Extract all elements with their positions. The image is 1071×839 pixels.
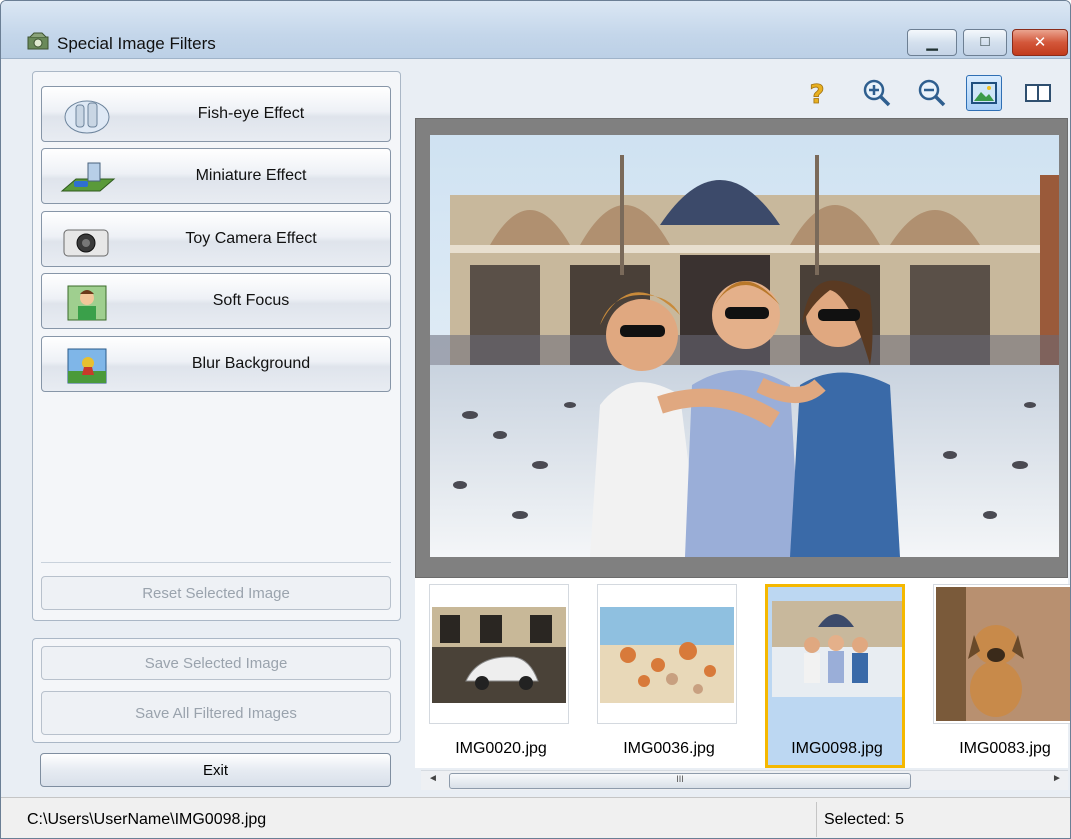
image-preview-area[interactable] <box>415 118 1068 578</box>
thumbnail-filename: IMG0020.jpg <box>455 740 547 757</box>
zoom-out-button[interactable] <box>914 75 950 111</box>
compare-view-button[interactable] <box>1020 75 1056 111</box>
effects-panel: Fish-eye Effect Miniature Effect Toy Cam… <box>32 71 401 621</box>
thumbnail-image <box>772 601 902 697</box>
thumbnail-item[interactable]: IMG0083.jpg <box>919 582 1070 766</box>
thumbnail-image <box>936 587 1070 721</box>
status-bar: C:\Users\UserName\IMG0098.jpg Selected: … <box>1 797 1070 838</box>
save-panel: Save Selected Image Save All Filtered Im… <box>32 638 401 743</box>
reset-label: Reset Selected Image <box>142 585 290 602</box>
thumbnail-filename: IMG0083.jpg <box>959 740 1051 757</box>
blur-background-label: Blur Background <box>191 355 311 372</box>
save-selected-image-button[interactable]: Save Selected Image <box>41 646 391 680</box>
save-all-filtered-images-button[interactable]: Save All Filtered Images <box>41 691 391 735</box>
blur-background-button[interactable]: Blur Background <box>41 336 391 392</box>
soft-focus-label: Soft Focus <box>212 292 290 309</box>
save-selected-label: Save Selected Image <box>144 655 288 672</box>
svg-text:?: ? <box>809 80 824 110</box>
thumbnail-filename: IMG0036.jpg <box>623 740 715 757</box>
exit-label: Exit <box>202 762 228 779</box>
thumbnail-item[interactable]: IMG0020.jpg <box>415 582 569 766</box>
preview-photo <box>430 135 1059 557</box>
help-button[interactable]: ? <box>799 75 835 111</box>
file-path-status: C:\Users\UserName\IMG0098.jpg <box>27 811 267 828</box>
toy-camera-icon <box>63 229 109 257</box>
minimize-button[interactable]: ▁ <box>907 29 957 56</box>
soft-focus-icon <box>67 285 107 321</box>
thumbnail-frame <box>597 584 737 724</box>
soft-focus-button[interactable]: Soft Focus <box>41 273 391 329</box>
zoom-out-icon <box>918 79 946 107</box>
blur-background-icon <box>67 348 107 384</box>
thumbnail-scrollbar[interactable]: ◄ III ► <box>421 770 1068 790</box>
whole-image-view-icon <box>971 82 997 104</box>
thumbnail-filename: IMG0098.jpg <box>791 740 883 757</box>
exit-button[interactable]: Exit <box>40 753 391 787</box>
scrollbar-thumb[interactable]: III <box>449 773 911 789</box>
status-divider <box>816 802 817 837</box>
view-toolbar: ? <box>415 67 1068 115</box>
miniature-icon <box>60 162 116 192</box>
close-button[interactable]: ✕ <box>1012 29 1068 56</box>
window-title: Special Image Filters <box>57 34 216 53</box>
selected-count-status: Selected: 5 <box>824 811 905 828</box>
maximize-icon: □ <box>980 33 990 50</box>
panel-divider <box>41 562 391 563</box>
reset-selected-image-button[interactable]: Reset Selected Image <box>41 576 391 610</box>
app-window: Special Image Filters ▁ □ ✕ Fish-eye Eff… <box>0 0 1071 839</box>
close-icon: ✕ <box>1033 34 1047 51</box>
maximize-button[interactable]: □ <box>963 29 1007 56</box>
minimize-icon: ▁ <box>926 34 938 51</box>
zoom-in-icon <box>863 79 891 107</box>
fish-eye-effect-button[interactable]: Fish-eye Effect <box>41 86 391 142</box>
whole-image-view-button[interactable] <box>966 75 1002 111</box>
thumbnail-image <box>432 607 566 703</box>
fish-eye-label: Fish-eye Effect <box>197 105 305 122</box>
zoom-in-button[interactable] <box>859 75 895 111</box>
toy-camera-label: Toy Camera Effect <box>185 230 317 247</box>
thumbnail-item-selected[interactable]: IMG0098.jpg <box>751 582 905 768</box>
thumbnail-frame <box>933 584 1070 724</box>
scrollbar-grip-icon: III <box>676 774 684 784</box>
miniature-effect-button[interactable]: Miniature Effect <box>41 148 391 204</box>
scroll-right-icon[interactable]: ► <box>1049 773 1065 789</box>
thumbnail-strip: IMG0020.jpg IMG0036.jpg IMG0098.jpg IMG0… <box>415 578 1070 768</box>
compare-view-icon <box>1025 84 1051 102</box>
thumbnail-frame <box>429 584 569 724</box>
thumbnail-item[interactable]: IMG0036.jpg <box>583 582 737 766</box>
thumbnail-image <box>600 607 734 703</box>
toy-camera-effect-button[interactable]: Toy Camera Effect <box>41 211 391 267</box>
scroll-left-icon[interactable]: ◄ <box>425 773 441 789</box>
fish-eye-icon <box>64 100 110 134</box>
miniature-label: Miniature Effect <box>195 167 307 184</box>
save-all-label: Save All Filtered Images <box>135 705 297 722</box>
help-icon: ? <box>809 80 825 111</box>
title-bar[interactable]: Special Image Filters ▁ □ ✕ <box>1 1 1070 59</box>
app-icon <box>27 32 49 50</box>
